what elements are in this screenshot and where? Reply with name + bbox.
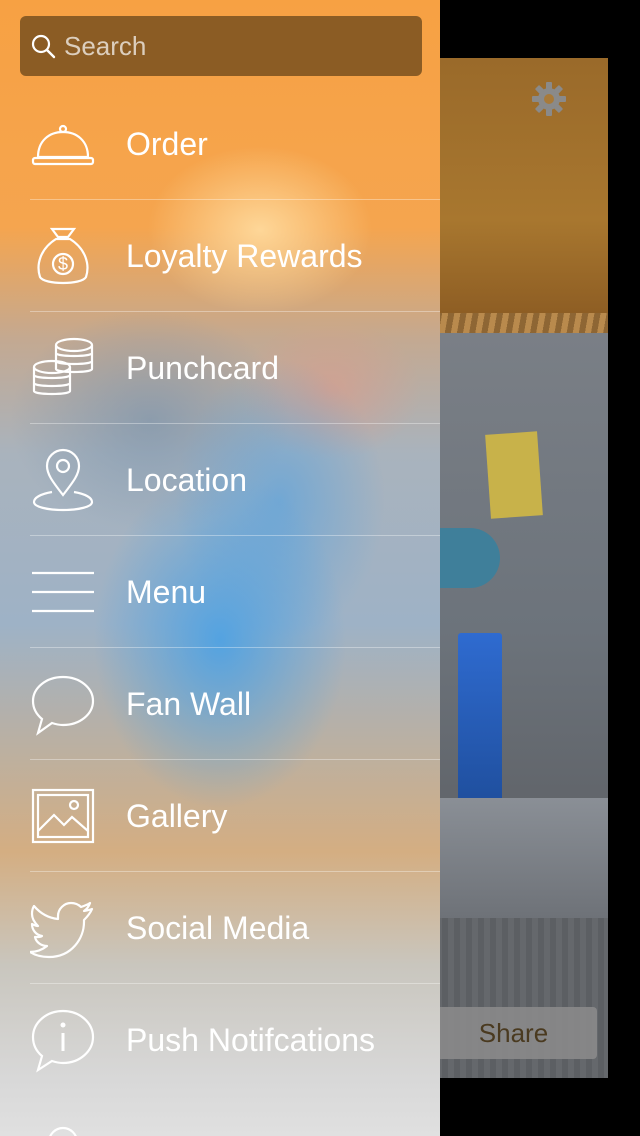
menu-item-loyalty-rewards[interactable]: $ Loyalty Rewards (0, 200, 440, 312)
background-cups (458, 633, 502, 803)
menu-item-fan-wall[interactable]: Fan Wall (0, 648, 440, 760)
menu-item-push-notifications[interactable]: Push Notifcations (0, 984, 440, 1096)
menu-item-label: Push Notifcations (126, 1021, 376, 1058)
sidebar-drawer: Order $ Loyalty Rewards (0, 0, 440, 1136)
background-counter (430, 798, 608, 918)
share-button[interactable]: Share (430, 1007, 597, 1059)
banner-torn-edge (430, 313, 608, 335)
image-icon (30, 783, 96, 849)
menu-item-location[interactable]: Location (0, 424, 440, 536)
menu-item-label: Order (126, 125, 208, 162)
twitter-bird-icon (30, 895, 96, 961)
coins-icon (30, 335, 96, 401)
menu-item-label: Punchcard (126, 349, 279, 386)
background-arm (430, 528, 500, 588)
search-icon (31, 34, 56, 59)
background-banner (430, 58, 608, 328)
menu-item-label: Menu (126, 573, 207, 610)
partial-menu-icon (30, 1118, 96, 1136)
menu-item-gallery[interactable]: Gallery (0, 760, 440, 872)
background-screen: Share (430, 58, 608, 1078)
menu-item-label: Fan Wall (126, 685, 252, 722)
hamburger-lines-icon (30, 559, 96, 625)
menu-item-label: Social Media (126, 909, 310, 946)
service-bell-icon (30, 111, 96, 177)
menu-item-label: Location (126, 461, 247, 498)
menu-list: Order $ Loyalty Rewards Punchcard Locati… (0, 88, 440, 1096)
info-bubble-icon (30, 1007, 96, 1073)
menu-item-label: Gallery (126, 797, 228, 834)
map-pin-icon (30, 447, 96, 513)
menu-item-menu[interactable]: Menu (0, 536, 440, 648)
background-note (485, 431, 543, 519)
search-input[interactable] (62, 29, 406, 63)
svg-text:$: $ (58, 254, 68, 274)
menu-item-punchcard[interactable]: Punchcard (0, 312, 440, 424)
menu-item-social-media[interactable]: Social Media (0, 872, 440, 984)
menu-item-label: Loyalty Rewards (126, 237, 363, 274)
search-bar[interactable] (20, 16, 422, 76)
speech-bubble-icon (30, 671, 96, 737)
gear-icon[interactable] (530, 80, 568, 118)
money-bag-icon: $ (30, 223, 96, 289)
menu-item-order[interactable]: Order (0, 88, 440, 200)
